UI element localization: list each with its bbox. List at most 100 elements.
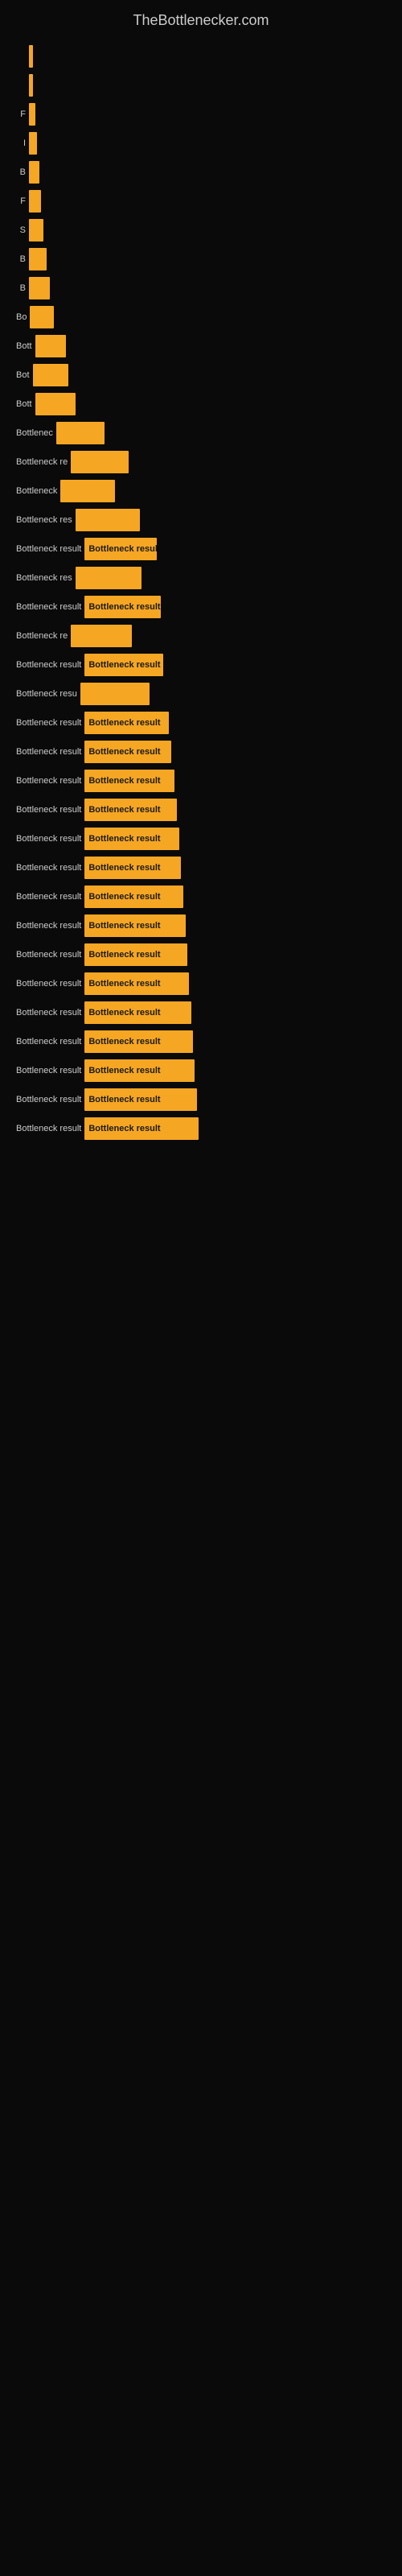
bar-label: Bottleneck result bbox=[16, 1066, 81, 1075]
bar: Bottleneck result bbox=[84, 712, 169, 734]
bar-item: Bottleneck resultBottleneck result bbox=[16, 1117, 386, 1140]
bar-wrapper: Bottleneck result bbox=[84, 857, 386, 879]
bar: Bottleneck result bbox=[84, 654, 163, 676]
bar: Bottleneck result bbox=[84, 1059, 195, 1082]
bar: Bottleneck result bbox=[84, 1030, 193, 1053]
bar-wrapper: Bottleneck result bbox=[84, 914, 386, 937]
bar-wrapper bbox=[71, 451, 386, 473]
bar-item: Bottleneck resultBottleneck result bbox=[16, 770, 386, 792]
bar-item: Bottleneck result Bottleneck result bbox=[16, 712, 386, 734]
bar bbox=[29, 74, 33, 97]
bar-label: Bott bbox=[16, 399, 32, 409]
bar-wrapper bbox=[29, 248, 386, 270]
bar-wrapper: Bottleneck result bbox=[84, 712, 386, 734]
bar-label: Bottleneck res bbox=[16, 515, 72, 525]
bar bbox=[29, 190, 41, 213]
bar bbox=[29, 277, 50, 299]
bar-item: Bo bbox=[16, 306, 386, 328]
bar-wrapper: Bottleneck result bbox=[84, 770, 386, 792]
page-container: TheBottlenecker.com FIBFSBBBoBottBotBott… bbox=[0, 0, 402, 1154]
bar-text: Bottleneck result bbox=[88, 863, 160, 873]
bar-wrapper: Bottleneck result bbox=[84, 943, 386, 966]
bar-wrapper bbox=[76, 567, 386, 589]
bar-wrapper bbox=[29, 161, 386, 184]
bar-item: S bbox=[16, 219, 386, 242]
bar-text: Bottleneck result bbox=[88, 1066, 160, 1075]
bar-wrapper bbox=[33, 364, 386, 386]
bar-label: Bottleneck result bbox=[16, 1095, 81, 1104]
bar-label: Bottleneck result bbox=[16, 718, 81, 728]
bar-item: Bottleneck re bbox=[16, 451, 386, 473]
bar-label: Bott bbox=[16, 341, 32, 351]
bar bbox=[30, 306, 54, 328]
bar-text: Bottleneck result bbox=[88, 747, 160, 757]
bar: Bottleneck result bbox=[84, 596, 161, 618]
bar bbox=[29, 219, 43, 242]
bar-item: Bottleneck resu bbox=[16, 683, 386, 705]
bar-wrapper: Bottleneck result bbox=[84, 828, 386, 850]
bar-text: Bottleneck result bbox=[88, 979, 160, 989]
bar-item: Bottleneck resultBottleneck result bbox=[16, 654, 386, 676]
bar-item: Bottleneck result Bottleneck result bbox=[16, 1059, 386, 1082]
bar-label: I bbox=[16, 138, 26, 148]
bar-wrapper bbox=[29, 103, 386, 126]
bar-text: Bottleneck result bbox=[88, 1124, 160, 1133]
bar-label: Bottleneck result bbox=[16, 805, 81, 815]
bar-label: Bottleneck result bbox=[16, 544, 81, 554]
bar-label: B bbox=[16, 167, 26, 177]
bar-text: Bottleneck result bbox=[88, 718, 160, 728]
bar-wrapper bbox=[35, 393, 386, 415]
bar-text: Bottleneck result bbox=[88, 1095, 160, 1104]
bar-item: Bot bbox=[16, 364, 386, 386]
bar-wrapper: Bottleneck result bbox=[84, 1001, 386, 1024]
bar-label: Bottleneck result bbox=[16, 863, 81, 873]
bar-item: Bottleneck result Bottleneck result bbox=[16, 1088, 386, 1111]
bar-text: Bottleneck result bbox=[88, 921, 160, 931]
bar-label: Bottleneck result bbox=[16, 602, 81, 612]
bar-wrapper: Bottleneck result bbox=[84, 886, 386, 908]
bar-item: Bottleneck resultBottleneck result bbox=[16, 1030, 386, 1053]
bar bbox=[29, 132, 37, 155]
bar-label: B bbox=[16, 254, 26, 264]
bar-item: Bottleneck resultBottleneck result bbox=[16, 538, 386, 560]
bar-label: Bottleneck result bbox=[16, 660, 81, 670]
bar bbox=[56, 422, 105, 444]
bar bbox=[29, 45, 33, 68]
bar: Bottleneck result bbox=[84, 1001, 191, 1024]
bar bbox=[71, 625, 132, 647]
bar: Bottleneck result bbox=[84, 1117, 199, 1140]
chart-area: FIBFSBBBoBottBotBottBottlenecBottleneck … bbox=[0, 37, 402, 1154]
bar-text: Bottleneck result bbox=[88, 834, 160, 844]
bar bbox=[29, 248, 47, 270]
bar-item: Bottleneck re bbox=[16, 625, 386, 647]
bar-item: I bbox=[16, 132, 386, 155]
bar-wrapper bbox=[29, 190, 386, 213]
bar-item: F bbox=[16, 190, 386, 213]
bar-wrapper: Bottleneck result bbox=[84, 654, 386, 676]
bar-wrapper bbox=[35, 335, 386, 357]
bar-item: Bottleneck result Bottleneck result bbox=[16, 886, 386, 908]
bar-item: B bbox=[16, 248, 386, 270]
bar-label: Bottleneck result bbox=[16, 1008, 81, 1018]
bar: Bottleneck result bbox=[84, 1088, 197, 1111]
bar-label: Bottleneck re bbox=[16, 457, 68, 467]
bar-wrapper bbox=[29, 277, 386, 299]
bar-wrapper bbox=[60, 480, 386, 502]
bar-label: Bottleneck re bbox=[16, 631, 68, 641]
bar-text: Bottleneck result bbox=[88, 950, 160, 960]
bar-label: Bottleneck res bbox=[16, 573, 72, 583]
bar-wrapper bbox=[29, 45, 386, 68]
bar bbox=[76, 509, 140, 531]
bar: Bottleneck result bbox=[84, 799, 177, 821]
bar-text: Bottleneck result bbox=[88, 602, 160, 612]
bar-label: Bottleneck result bbox=[16, 950, 81, 960]
bar-label: Bottleneck result bbox=[16, 892, 81, 902]
bar-item: Bottleneck resultBottleneck result bbox=[16, 828, 386, 850]
bar-wrapper: Bottleneck result bbox=[84, 538, 386, 560]
bar-item: Bottleneck res bbox=[16, 567, 386, 589]
bar-wrapper bbox=[29, 219, 386, 242]
bar-text: Bottleneck result bbox=[88, 892, 160, 902]
bar bbox=[29, 103, 35, 126]
bar-wrapper: Bottleneck result bbox=[84, 1117, 386, 1140]
bar-wrapper: Bottleneck result bbox=[84, 1059, 386, 1082]
